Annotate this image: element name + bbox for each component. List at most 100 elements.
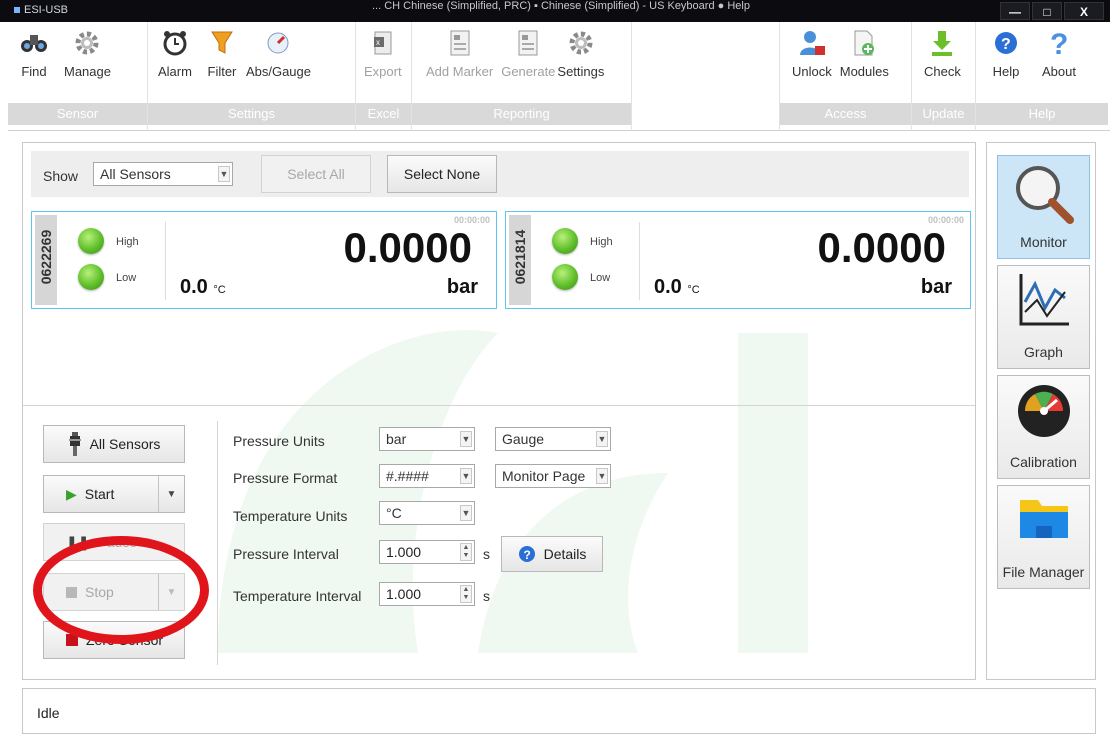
close-button[interactable]: X (1064, 2, 1104, 20)
app-title: ESI-USB (14, 4, 68, 16)
pressure-format-select[interactable]: #.#### ▼ (379, 464, 475, 488)
nav-calibration[interactable]: Calibration (997, 375, 1090, 479)
window-title: ESI-USB (24, 4, 69, 16)
zero-sensor-button[interactable]: Zero Sensor (43, 621, 185, 659)
question-icon: ? (1043, 26, 1075, 60)
show-select[interactable]: All Sensors ▼ (93, 162, 233, 186)
ribbon-group-update: Check Update (912, 22, 976, 131)
language-bar[interactable]: ... CH Chinese (Simplified, PRC) ▪ Chine… (372, 0, 750, 12)
group-title-reporting: Reporting (412, 103, 631, 125)
sensor-filter-bar: Show All Sensors ▼ Select All Select Non… (31, 151, 969, 197)
group-title-access: Access (780, 103, 911, 125)
ribbon-group-excel: x Export Excel (356, 22, 412, 131)
modules-button[interactable]: Modules (836, 26, 893, 79)
stop-icon (66, 586, 77, 598)
stop-button[interactable]: Stop ▼ (43, 573, 185, 611)
sensor-card[interactable]: 0622269 High Low 00:00:00 0.0000 bar 0.0… (31, 211, 497, 309)
ribbon-group-sensor: Find Manage Sensor (8, 22, 148, 131)
ribbon-group-settings: Alarm Filter Abs/Gauge Settings (148, 22, 356, 131)
gauge-mode-select[interactable]: Gauge ▼ (495, 427, 611, 451)
status-bar: Idle (22, 688, 1096, 734)
sensor-card[interactable]: 0621814 High Low 00:00:00 0.0000 bar 0.0… (505, 211, 971, 309)
high-alarm-lamp (78, 228, 104, 254)
pressure-interval-label: Pressure Interval (233, 546, 339, 562)
about-button[interactable]: ? About (1038, 26, 1080, 79)
svg-text:?: ? (1050, 28, 1068, 58)
manage-button[interactable]: Manage (60, 26, 115, 79)
sensor-probe-icon (68, 432, 81, 456)
pause-button[interactable]: ❚❚ Pause (43, 523, 185, 561)
find-button[interactable]: Find (14, 26, 54, 79)
spinner-arrows-icon[interactable]: ▲ ▼ (460, 543, 472, 561)
high-alarm-lamp (552, 228, 578, 254)
stop-square-icon (66, 634, 78, 646)
spinner-arrows-icon[interactable]: ▲ ▼ (460, 585, 472, 603)
temperature-reading: 0.0 °C (180, 276, 226, 298)
line-graph-icon (1019, 274, 1069, 326)
svg-text:x: x (376, 38, 380, 47)
controls-divider (217, 421, 218, 665)
ribbon-group-help: ? Help ? About Help (976, 22, 1108, 131)
gear-icon (71, 26, 103, 60)
export-button[interactable]: x Export (360, 26, 406, 79)
group-title-settings: Settings (148, 103, 355, 125)
binoculars-icon (18, 26, 50, 60)
chevron-down-icon: ▼ (218, 166, 230, 182)
nav-file-manager[interactable]: File Manager (997, 485, 1090, 589)
help-button[interactable]: ? Help (986, 26, 1026, 79)
temperature-units-label: Temperature Units (233, 508, 348, 524)
ribbon-toolbar: Find Manage Sensor Alarm Filter Abs/Gaug… (8, 22, 1110, 131)
alarm-clock-icon (159, 26, 191, 60)
pause-icon: ❚❚ (66, 533, 90, 550)
maximize-button[interactable]: □ (1032, 2, 1062, 20)
magnifier-icon (1015, 166, 1074, 224)
select-all-button[interactable]: Select All (261, 155, 371, 193)
filter-button[interactable]: Filter (202, 26, 242, 79)
format-target-select[interactable]: Monitor Page ▼ (495, 464, 611, 488)
temperature-interval-input[interactable]: 1.000 ▲ ▼ (379, 582, 475, 606)
low-label: Low (590, 272, 611, 284)
pressure-units-select[interactable]: bar ▼ (379, 427, 475, 451)
start-button[interactable]: ▶ Start ▼ (43, 475, 185, 513)
title-bar: ESI-USB ... CH Chinese (Simplified, PRC)… (0, 0, 1110, 22)
pressure-units-label: Pressure Units (233, 433, 325, 449)
report-icon (512, 26, 544, 60)
chevron-down-icon: ▼ (460, 431, 472, 447)
start-dropdown-chevron-icon[interactable]: ▼ (158, 476, 184, 512)
nav-monitor[interactable]: Monitor (997, 155, 1090, 259)
alarm-button[interactable]: Alarm (154, 26, 196, 79)
ribbon-group-reporting: Add Marker Generate Settings Reporting (412, 22, 632, 131)
nav-graph[interactable]: Graph (997, 265, 1090, 369)
check-button[interactable]: Check (920, 26, 965, 79)
unlock-button[interactable]: Unlock (788, 26, 836, 79)
pressure-unit: bar (920, 276, 952, 298)
abs-gauge-button[interactable]: Abs/Gauge (242, 26, 315, 79)
show-select-value: All Sensors (100, 166, 171, 182)
low-alarm-lamp (552, 264, 578, 290)
user-lock-icon (796, 26, 828, 60)
generate-button[interactable]: Generate (497, 26, 559, 79)
chevron-down-icon: ▼ (460, 468, 472, 484)
temperature-unit: °C (687, 284, 700, 296)
chevron-down-icon: ▼ (596, 431, 608, 447)
select-none-button[interactable]: Select None (387, 155, 497, 193)
ribbon-group-access: Unlock Modules Access (780, 22, 912, 131)
temperature-units-select[interactable]: °C ▼ (379, 501, 475, 525)
gauge-icon (262, 26, 294, 60)
monitor-panel: Show All Sensors ▼ Select All Select Non… (22, 142, 976, 680)
details-button[interactable]: ? Details (501, 536, 603, 572)
group-title-update: Update (912, 103, 975, 125)
gear-icon (565, 26, 597, 60)
minimize-button[interactable]: — (1000, 2, 1030, 20)
report-settings-button[interactable]: Settings (553, 26, 608, 79)
low-label: Low (116, 272, 137, 284)
temperature-interval-label: Temperature Interval (233, 588, 362, 604)
temperature-unit: °C (213, 284, 226, 296)
all-sensors-button[interactable]: All Sensors (43, 425, 185, 463)
chevron-down-icon: ▼ (460, 505, 472, 521)
svg-text:?: ? (523, 548, 530, 562)
pressure-interval-input[interactable]: 1.000 ▲ ▼ (379, 540, 475, 564)
stop-dropdown-chevron-icon[interactable]: ▼ (158, 574, 184, 610)
group-title-excel: Excel (356, 103, 411, 125)
add-marker-button[interactable]: Add Marker (422, 26, 497, 79)
